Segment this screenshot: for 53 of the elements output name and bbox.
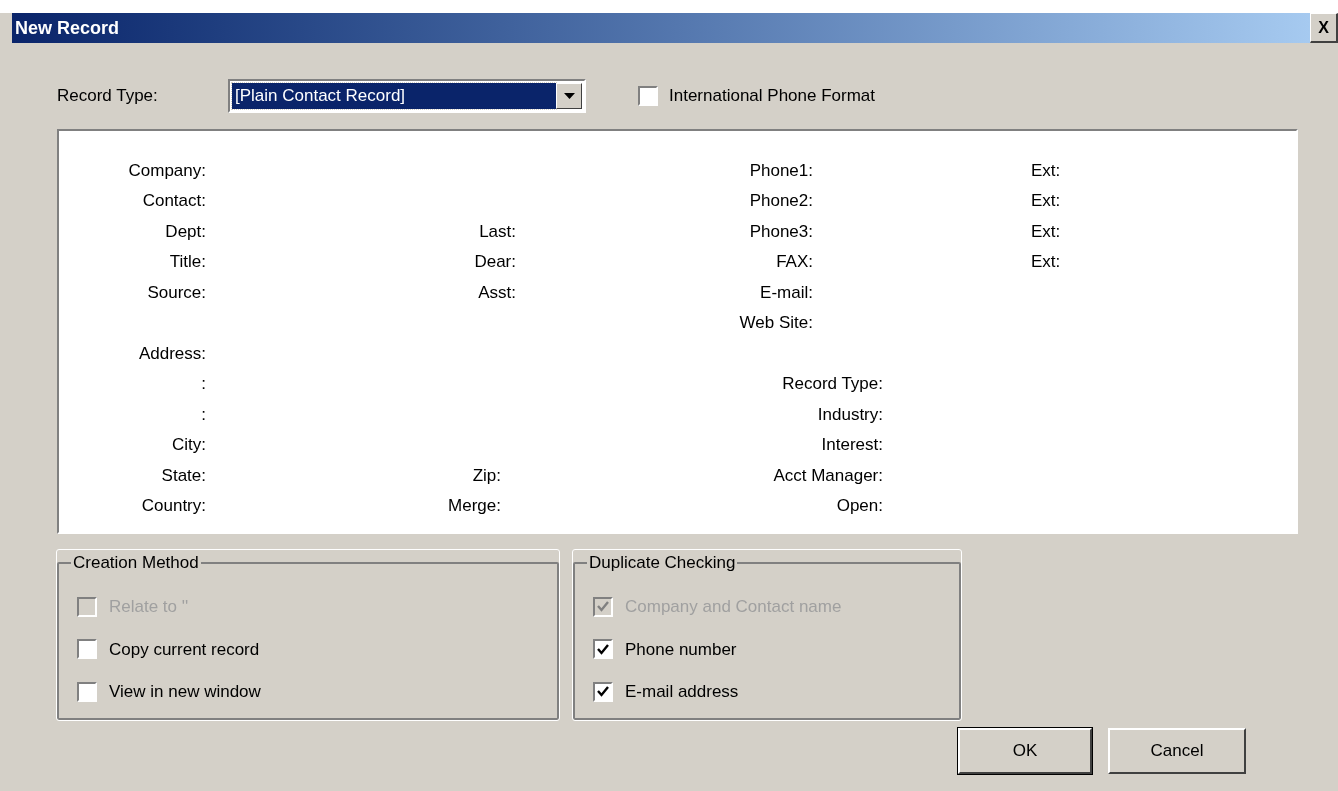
checkbox-label: Copy current record — [109, 638, 260, 661]
field-label: Zip: — [472, 465, 501, 485]
field-label: Phone3: — [749, 221, 813, 241]
checkbox[interactable] — [593, 639, 613, 660]
field-label: Acct Manager: — [773, 465, 883, 485]
record-type-value: [Plain Contact Record] — [232, 83, 556, 109]
close-button[interactable]: X — [1310, 13, 1338, 43]
record-type-label: Record Type: — [57, 85, 159, 108]
check-icon — [597, 601, 609, 613]
field-label: Open: — [836, 496, 883, 515]
field-label: Title: — [169, 252, 206, 271]
field-label: Ext: — [1031, 191, 1061, 210]
checkbox[interactable] — [593, 681, 613, 702]
field-label: State: — [161, 465, 206, 485]
field-label: Web Site: — [739, 313, 813, 332]
field-label: Interest: — [821, 435, 883, 454]
field-label: Record Type: — [782, 374, 883, 393]
field-label: E-mail: — [760, 282, 813, 302]
checkbox[interactable] — [638, 86, 658, 106]
field-label: Last: — [479, 221, 516, 241]
check-icon — [597, 686, 609, 698]
checkbox-label: International Phone Format — [669, 85, 875, 108]
field-label: Dear: — [474, 252, 516, 271]
check-icon — [597, 643, 609, 655]
field-label: City: — [172, 435, 206, 454]
checkbox[interactable] — [77, 639, 97, 660]
field-label: Dept: — [165, 221, 206, 241]
field-label: Industry: — [817, 404, 883, 424]
field-label: Asst: — [478, 282, 516, 302]
field-label: Ext: — [1031, 221, 1061, 241]
field-label: Phone1: — [749, 160, 813, 180]
dialog-button[interactable]: OK — [958, 728, 1092, 774]
field-label: Phone2: — [749, 191, 813, 210]
group-title: Duplicate Checking — [589, 553, 736, 572]
checkbox-label: E-mail address — [625, 681, 739, 703]
field-label: : — [201, 404, 206, 424]
field-label: Address: — [138, 343, 206, 363]
field-label: Source: — [147, 282, 206, 302]
field-label: Merge: — [448, 496, 501, 515]
field-label: FAX: — [776, 252, 813, 271]
field-label: Contact: — [142, 191, 206, 210]
group-title: Creation Method — [73, 553, 199, 572]
field-label: Ext: — [1031, 160, 1061, 180]
record-type-dropdown[interactable]: [Plain Contact Record] — [228, 79, 586, 113]
checkbox-label: Phone number — [625, 638, 737, 661]
field-label: Company: — [128, 160, 206, 180]
checkbox[interactable] — [77, 681, 97, 702]
checkbox-label: View in new window — [109, 681, 261, 703]
window-title: New Record — [15, 16, 120, 40]
dialog-button[interactable]: Cancel — [1108, 728, 1246, 774]
field-label: : — [201, 374, 206, 393]
field-label: Country: — [141, 496, 206, 515]
field-label: Ext: — [1031, 252, 1061, 271]
